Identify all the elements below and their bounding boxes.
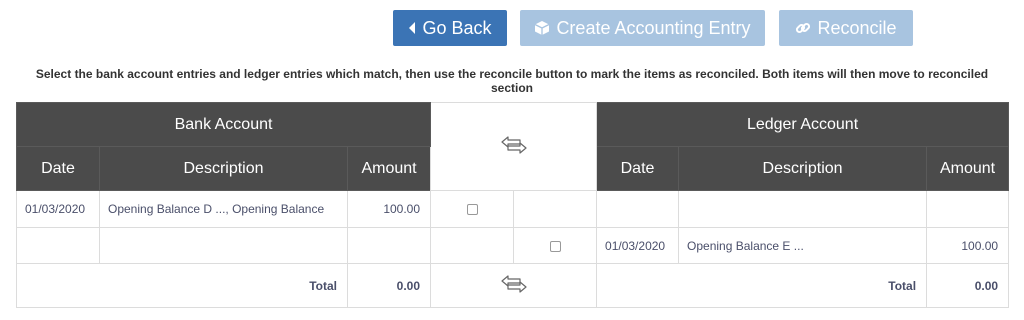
reconcile-button[interactable]: Reconcile <box>779 10 913 46</box>
empty-cell <box>513 190 598 228</box>
ledger-entry-checkbox[interactable] <box>549 240 561 252</box>
caret-left-icon <box>408 22 416 34</box>
create-accounting-entry-button[interactable]: Create Accounting Entry <box>520 10 765 46</box>
bank-entry-row: 01/03/2020 Opening Balance D ..., Openin… <box>16 190 1010 228</box>
bank-total-label: Total <box>16 263 348 308</box>
empty-cell <box>346 227 432 264</box>
ledger-total-value: 0.00 <box>926 263 1010 308</box>
totals-swap-cell <box>430 263 598 308</box>
toolbar: Go Back Create Accounting Entry Reconcil… <box>0 10 1024 48</box>
ledger-entry-date: 01/03/2020 <box>596 227 680 264</box>
empty-cell <box>596 190 680 228</box>
bank-entry-description: Opening Balance D ..., Opening Balance <box>99 190 348 228</box>
bank-date-column-header[interactable]: Date <box>16 146 100 191</box>
totals-row: Total 0.00 Total 0.00 <box>16 263 1010 308</box>
ledger-entry-amount: 100.00 <box>926 227 1010 264</box>
empty-cell <box>99 227 348 264</box>
ledger-account-header: Ledger Account <box>596 102 1010 147</box>
bank-entry-checkbox-cell <box>430 190 515 228</box>
swap-arrows-icon <box>500 275 528 296</box>
swap-arrows-icon <box>500 136 528 157</box>
ledger-amount-column-header[interactable]: Amount <box>926 146 1010 191</box>
reconciliation-table: Bank Account Ledger Account Date Descrip… <box>15 102 1010 308</box>
bank-description-column-header[interactable]: Description <box>99 146 348 191</box>
ledger-date-column-header[interactable]: Date <box>596 146 680 191</box>
bank-account-header: Bank Account <box>15 102 432 147</box>
go-back-button[interactable]: Go Back <box>393 10 507 46</box>
bank-entry-amount: 100.00 <box>346 190 432 228</box>
swap-header-cell <box>430 102 598 191</box>
ledger-entry-row: 01/03/2020 Opening Balance E ... 100.00 <box>16 227 1010 264</box>
ledger-total-label: Total <box>596 263 928 308</box>
cube-icon <box>534 20 550 36</box>
empty-cell <box>16 227 100 264</box>
create-accounting-entry-label: Create Accounting Entry <box>556 17 751 38</box>
ledger-description-column-header[interactable]: Description <box>678 146 928 191</box>
reconcile-label: Reconcile <box>817 17 897 38</box>
empty-cell <box>678 190 928 228</box>
link-icon <box>795 20 811 36</box>
ledger-entry-description: Opening Balance E ... <box>678 227 928 264</box>
instructions-text: Select the bank account entries and ledg… <box>35 67 989 95</box>
bank-amount-column-header[interactable]: Amount <box>346 146 432 191</box>
bank-entry-checkbox[interactable] <box>466 204 478 216</box>
empty-cell <box>926 190 1010 228</box>
ledger-entry-checkbox-cell <box>513 227 598 264</box>
empty-cell <box>430 227 515 264</box>
bank-entry-date: 01/03/2020 <box>16 190 100 228</box>
go-back-label: Go Back <box>422 17 492 38</box>
bank-total-value: 0.00 <box>346 263 432 308</box>
